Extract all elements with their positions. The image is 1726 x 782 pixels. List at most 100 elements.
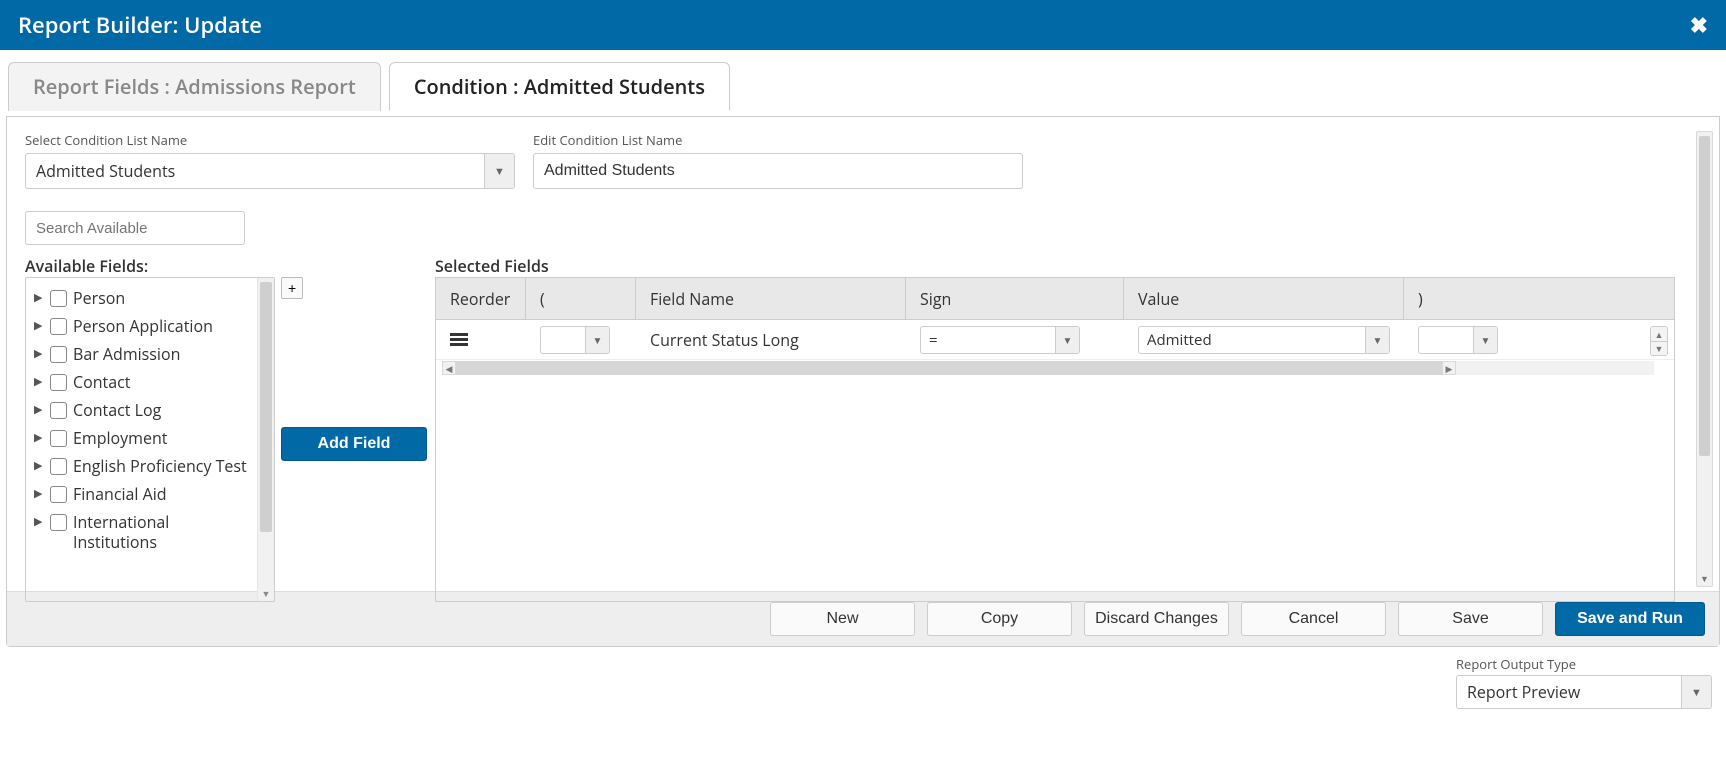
tree-label: Contact Log (73, 400, 249, 420)
col-field-name: Field Name (636, 278, 906, 319)
scroll-down-icon[interactable]: ▼ (1697, 572, 1712, 586)
vertical-scrollbar[interactable]: ▲ ▼ (1696, 131, 1713, 587)
label-available-fields: Available Fields: (25, 255, 427, 277)
close-paren-select[interactable]: ▼ (1418, 326, 1498, 354)
tree-label: Contact (73, 372, 249, 392)
col-reorder: Reorder (436, 278, 526, 319)
main-frame: ▲ ▼ Select Condition List Name Admitted … (6, 116, 1720, 647)
col-value: Value (1124, 278, 1404, 319)
tree-item[interactable]: ▶ Bar Admission (30, 340, 253, 368)
col-close-paren: ) (1404, 278, 1514, 319)
scroll-right-icon[interactable]: ▶ (1442, 361, 1456, 375)
caret-right-icon[interactable]: ▶ (34, 487, 44, 501)
caret-right-icon[interactable]: ▶ (34, 459, 44, 473)
chevron-down-icon[interactable]: ▼ (484, 154, 514, 188)
col-sign: Sign (906, 278, 1124, 319)
select-value: Admitted (1147, 330, 1212, 350)
expand-all-button[interactable]: + (281, 277, 303, 299)
tree-item[interactable]: ▶ Employment (30, 424, 253, 452)
field-name-value: Current Status Long (650, 329, 799, 351)
tab-condition[interactable]: Condition : Admitted Students (389, 62, 730, 111)
cancel-button[interactable]: Cancel (1241, 602, 1386, 636)
tree-item[interactable]: ▶ Person Application (30, 312, 253, 340)
grid-horizontal-scrollbar[interactable]: ◀ ▶ (442, 361, 1668, 375)
select-value: Admitted Students (36, 160, 175, 182)
available-fields-scrollbar[interactable]: ▲ ▼ (257, 278, 274, 601)
caret-right-icon[interactable]: ▶ (34, 431, 44, 445)
checkbox[interactable] (50, 290, 67, 307)
close-icon[interactable]: ✖ (1690, 10, 1708, 40)
select-condition-list[interactable]: Admitted Students ▼ (25, 153, 515, 189)
chevron-down-icon[interactable]: ▼ (1365, 327, 1389, 353)
page-title: Report Builder: Update (18, 10, 262, 40)
tree-item[interactable]: ▶ Person (30, 284, 253, 312)
label-output-type: Report Output Type (1456, 655, 1712, 673)
cell-field-name: Current Status Long (636, 320, 906, 359)
chevron-down-icon[interactable]: ▼ (1473, 327, 1497, 353)
select-value: = (929, 330, 938, 350)
spinner-up-icon[interactable]: ▲ (1651, 327, 1667, 341)
caret-right-icon[interactable]: ▶ (34, 347, 44, 361)
add-field-button[interactable]: Add Field (281, 427, 427, 461)
scrollbar-thumb[interactable] (260, 282, 272, 532)
save-button[interactable]: Save (1398, 602, 1543, 636)
tree-item[interactable]: ▶ Contact (30, 368, 253, 396)
caret-right-icon[interactable]: ▶ (34, 375, 44, 389)
spinner-down-icon[interactable]: ▼ (1651, 341, 1667, 355)
checkbox[interactable] (50, 402, 67, 419)
copy-button[interactable]: Copy (927, 602, 1072, 636)
drag-handle-icon[interactable] (450, 331, 468, 348)
scroll-left-icon[interactable]: ◀ (442, 361, 456, 375)
caret-right-icon[interactable]: ▶ (34, 403, 44, 417)
tree-label: Employment (73, 428, 249, 448)
scrollbar-thumb[interactable] (1699, 136, 1710, 456)
condition-name-row: Select Condition List Name Admitted Stud… (25, 131, 1701, 189)
new-button[interactable]: New (770, 602, 915, 636)
tab-label: Condition : Admitted Students (414, 73, 705, 100)
open-paren-select[interactable]: ▼ (540, 326, 610, 354)
select-value: Report Preview (1467, 681, 1580, 703)
row-reorder-spinner[interactable]: ▲ ▼ (1650, 326, 1668, 356)
value-select[interactable]: Admitted ▼ (1138, 326, 1390, 354)
chevron-down-icon[interactable]: ▼ (585, 327, 609, 353)
checkbox[interactable] (50, 318, 67, 335)
tree-item[interactable]: ▶ Financial Aid (30, 480, 253, 508)
checkbox[interactable] (50, 430, 67, 447)
tab-label: Report Fields : Admissions Report (33, 73, 356, 100)
grid-header: Reorder ( Field Name Sign Value ) (436, 278, 1674, 320)
output-type-row: Report Output Type Report Preview ▼ (0, 647, 1726, 715)
caret-right-icon[interactable]: ▶ (34, 319, 44, 333)
label-selected-fields: Selected Fields (435, 255, 1675, 277)
col-open-paren: ( (526, 278, 636, 319)
middle-row: Available Fields: ▶ Person ▶ (25, 249, 1701, 602)
discard-changes-button[interactable]: Discard Changes (1084, 602, 1229, 636)
tree-label: Person (73, 288, 249, 308)
available-fields-box: ▶ Person ▶ Person Application ▶ (25, 277, 275, 602)
tab-body: ▲ ▼ Select Condition List Name Admitted … (7, 116, 1719, 591)
tree-label: Financial Aid (73, 484, 249, 504)
checkbox[interactable] (50, 486, 67, 503)
checkbox[interactable] (50, 458, 67, 475)
output-type-select[interactable]: Report Preview ▼ (1456, 675, 1712, 709)
tree-item[interactable]: ▶ International Institutions (30, 508, 253, 556)
scroll-down-icon[interactable]: ▼ (258, 587, 274, 601)
checkbox[interactable] (50, 374, 67, 391)
tree-item[interactable]: ▶ English Proficiency Test (30, 452, 253, 480)
edit-condition-list-input[interactable] (533, 153, 1023, 189)
available-fields-tree: ▶ Person ▶ Person Application ▶ (26, 278, 257, 601)
checkbox[interactable] (50, 514, 67, 531)
tab-report-fields[interactable]: Report Fields : Admissions Report (8, 62, 381, 111)
save-and-run-button[interactable]: Save and Run (1555, 602, 1705, 636)
checkbox[interactable] (50, 346, 67, 363)
sign-select[interactable]: = ▼ (920, 326, 1080, 354)
label-select-condition: Select Condition List Name (25, 131, 515, 149)
chevron-down-icon[interactable]: ▼ (1055, 327, 1079, 353)
scrollbar-track[interactable] (456, 361, 1442, 375)
search-available-input[interactable] (25, 211, 245, 245)
caret-right-icon[interactable]: ▶ (34, 291, 44, 305)
scrollbar-pad (1456, 361, 1654, 375)
chevron-down-icon[interactable]: ▼ (1681, 676, 1711, 708)
tree-item[interactable]: ▶ Contact Log (30, 396, 253, 424)
caret-right-icon[interactable]: ▶ (34, 515, 44, 529)
tree-label: English Proficiency Test (73, 456, 249, 476)
